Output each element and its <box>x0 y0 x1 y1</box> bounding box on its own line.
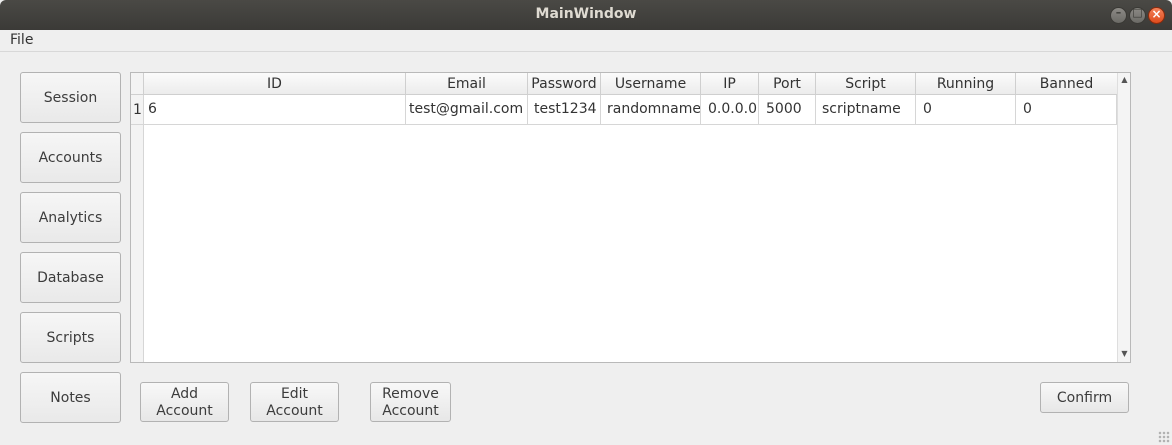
accounts-table[interactable]: 1 ID Email Password Username IP Port Scr… <box>130 72 1131 363</box>
column-header-password[interactable]: Password <box>528 73 601 95</box>
cell-ip[interactable]: 0.0.0.0 <box>701 95 759 125</box>
minimize-icon: – <box>1115 6 1122 19</box>
column-header-port[interactable]: Port <box>759 73 816 95</box>
resize-grip-icon[interactable] <box>1158 431 1170 443</box>
close-button[interactable]: × <box>1148 7 1165 24</box>
session-button[interactable]: Session <box>20 72 121 123</box>
scroll-down-icon[interactable]: ▼ <box>1119 348 1130 360</box>
remove-account-button[interactable]: Remove Account <box>370 382 451 422</box>
cell-running[interactable]: 0 <box>916 95 1016 125</box>
maximize-button[interactable]: □ <box>1129 6 1146 24</box>
vertical-scrollbar[interactable]: ▲ ▼ <box>1117 73 1130 362</box>
notes-button[interactable]: Notes <box>20 372 121 423</box>
column-header-script[interactable]: Script <box>816 73 916 95</box>
maximize-icon: □ <box>1132 6 1143 19</box>
column-header-email[interactable]: Email <box>406 73 528 95</box>
cell-password[interactable]: test1234 <box>528 95 601 125</box>
window-title: MainWindow <box>535 6 637 22</box>
cell-email[interactable]: test@gmail.com <box>406 95 528 125</box>
scroll-up-icon[interactable]: ▲ <box>1119 74 1130 86</box>
accounts-button[interactable]: Accounts <box>20 132 121 183</box>
table-corner[interactable] <box>131 73 144 95</box>
menu-file[interactable]: File <box>10 32 33 48</box>
column-header-id[interactable]: ID <box>144 73 406 95</box>
column-header-running[interactable]: Running <box>916 73 1016 95</box>
cell-banned[interactable]: 0 <box>1016 95 1117 125</box>
add-account-button[interactable]: Add Account <box>140 382 229 422</box>
column-header-ip[interactable]: IP <box>701 73 759 95</box>
cell-script[interactable]: scriptname <box>816 95 916 125</box>
title-bar: MainWindow – □ × <box>0 0 1172 30</box>
cell-port[interactable]: 5000 <box>759 95 816 125</box>
row-number[interactable]: 1 <box>131 95 144 125</box>
edit-account-button[interactable]: Edit Account <box>250 382 339 422</box>
confirm-button[interactable]: Confirm <box>1040 382 1129 413</box>
cell-username[interactable]: randomname <box>601 95 701 125</box>
column-header-username[interactable]: Username <box>601 73 701 95</box>
database-button[interactable]: Database <box>20 252 121 303</box>
minimize-button[interactable]: – <box>1110 6 1127 24</box>
scripts-button[interactable]: Scripts <box>20 312 121 363</box>
row-header <box>131 95 144 362</box>
close-icon: × <box>1151 7 1162 21</box>
analytics-button[interactable]: Analytics <box>20 192 121 243</box>
menu-bar: File <box>0 30 1172 52</box>
cell-id[interactable]: 6 <box>144 95 406 125</box>
column-header-banned[interactable]: Banned <box>1016 73 1117 95</box>
